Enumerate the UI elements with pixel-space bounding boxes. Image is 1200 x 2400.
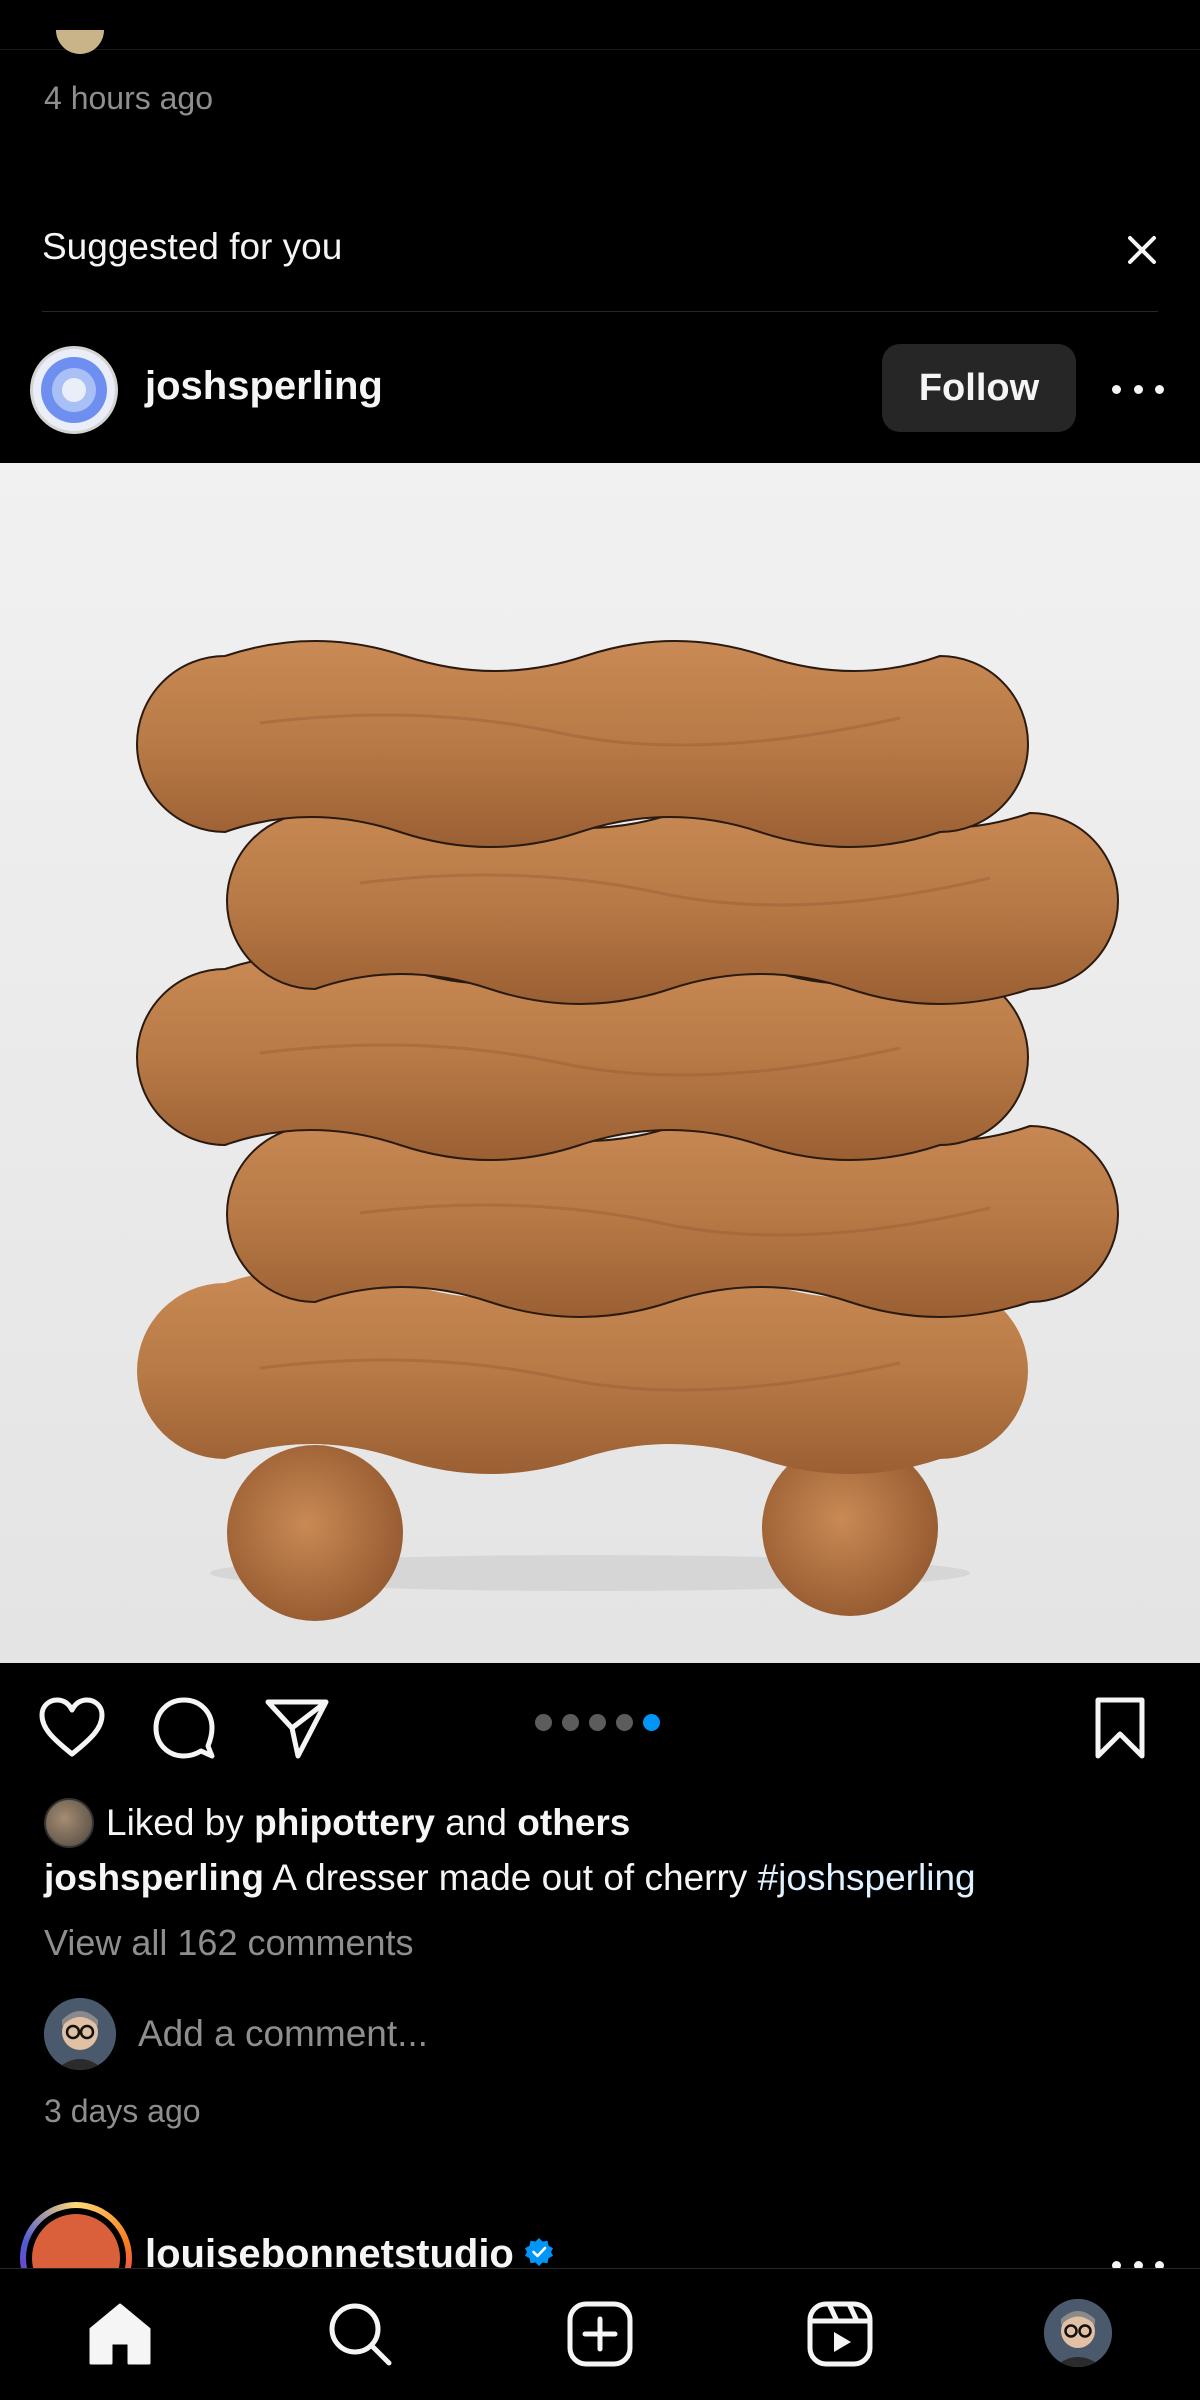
heart-icon[interactable]: [38, 1696, 106, 1765]
post-image[interactable]: [0, 463, 1200, 1663]
carousel-indicator: [535, 1714, 660, 1731]
comment-icon[interactable]: [152, 1696, 216, 1765]
follow-button[interactable]: Follow: [882, 344, 1076, 432]
reels-icon[interactable]: [805, 2299, 875, 2369]
previous-post-avatar: [56, 30, 104, 54]
liked-by-row[interactable]: Liked by phipottery and others: [44, 1798, 630, 1848]
carousel-dot: [562, 1714, 579, 1731]
post-header: joshsperling Follow: [0, 330, 1200, 450]
view-comments-link[interactable]: View all 162 comments: [44, 1922, 414, 1964]
caption-hashtag[interactable]: #joshsperling: [758, 1857, 976, 1898]
post-actions: [0, 1690, 1200, 1770]
post-avatar[interactable]: [30, 346, 118, 434]
share-icon[interactable]: [264, 1696, 330, 1765]
caption-text: A dresser made out of cherry: [272, 1857, 748, 1898]
previous-post-time: 4 hours ago: [44, 80, 214, 116]
search-icon[interactable]: [325, 2299, 395, 2369]
liked-by-connector: and: [445, 1802, 507, 1843]
liked-by-text: Liked by phipottery and others: [106, 1802, 630, 1844]
create-icon[interactable]: [565, 2299, 635, 2369]
bottom-tab-bar: [0, 2268, 1200, 2400]
bookmark-icon[interactable]: [1092, 1696, 1148, 1765]
post-time: 3 days ago: [44, 2093, 201, 2129]
divider: [42, 311, 1158, 312]
next-post-header: louisebonnetstudio: [0, 2198, 1200, 2314]
post-caption: joshsperling A dresser made out of cherr…: [44, 1857, 976, 1899]
suggested-title: Suggested for you: [42, 226, 343, 267]
more-options-icon[interactable]: [1112, 374, 1164, 404]
add-comment-row[interactable]: Add a comment...: [44, 1998, 428, 2070]
liked-by-others[interactable]: others: [517, 1802, 630, 1843]
previous-post-strip: [0, 0, 1200, 54]
add-comment-input[interactable]: Add a comment...: [138, 2013, 428, 2055]
carousel-dot-active: [643, 1714, 660, 1731]
liker-avatar: [44, 1798, 94, 1848]
close-icon[interactable]: [1120, 228, 1164, 272]
carousel-dot: [616, 1714, 633, 1731]
carousel-dot: [589, 1714, 606, 1731]
carousel-dot: [535, 1714, 552, 1731]
user-avatar: [44, 1998, 116, 2070]
profile-avatar[interactable]: [1044, 2299, 1112, 2367]
post-username[interactable]: joshsperling: [145, 364, 383, 409]
liked-by-prefix: Liked by: [106, 1802, 244, 1843]
liker-username[interactable]: phipottery: [254, 1802, 435, 1843]
home-icon[interactable]: [85, 2299, 155, 2369]
caption-username[interactable]: joshsperling: [44, 1857, 264, 1898]
